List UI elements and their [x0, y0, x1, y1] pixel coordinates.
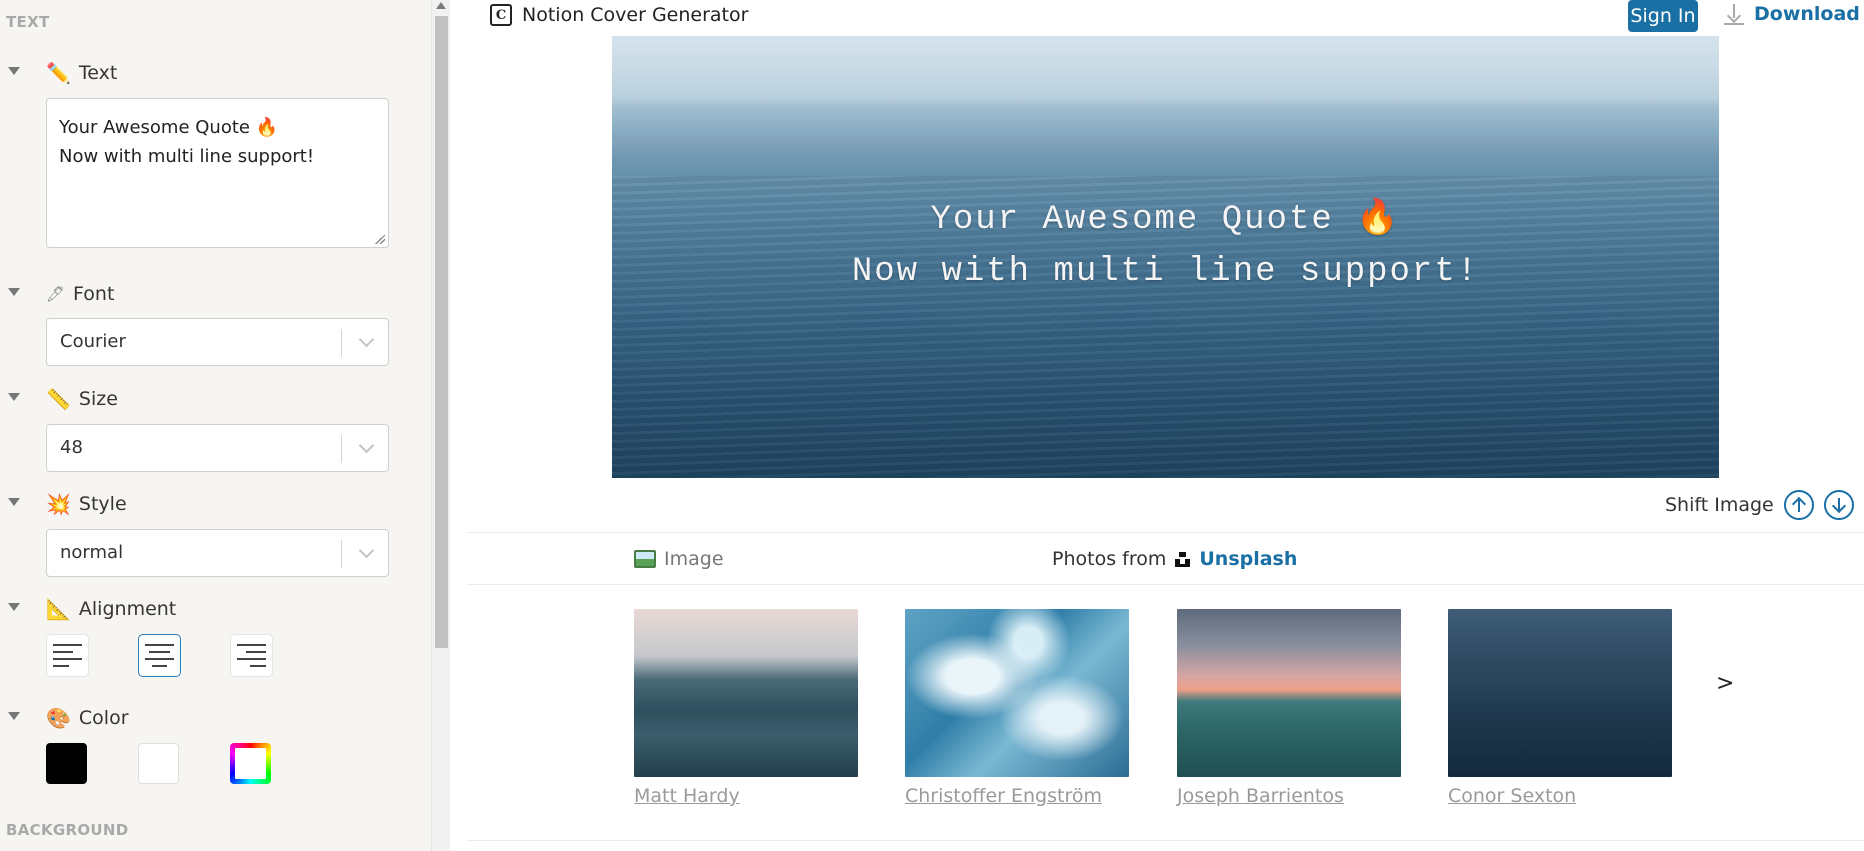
unsplash-link[interactable]: Unsplash [1199, 548, 1297, 570]
font-select[interactable]: Courier [46, 318, 389, 366]
select-separator [341, 329, 342, 357]
ruler-icon: 📏 [46, 387, 71, 411]
mountain-image-icon [634, 550, 656, 568]
resize-grip-icon[interactable] [375, 234, 385, 244]
color-swatch-black[interactable] [46, 743, 87, 784]
app-title: Notion Cover Generator [522, 4, 749, 26]
scrollbar-thumb[interactable] [435, 16, 448, 648]
image-tab-label: Image [664, 548, 724, 570]
chevron-down-icon[interactable] [358, 331, 375, 348]
style-select-value: normal [60, 542, 124, 563]
next-photos-button[interactable]: > [1716, 671, 1734, 696]
photo-thumbnail[interactable] [905, 609, 1129, 777]
top-bar: C Notion Cover Generator Sign In Downloa… [450, 0, 1864, 32]
photos-from-label: Photos from [1052, 548, 1167, 570]
collapse-caret-icon[interactable] [8, 498, 20, 506]
triangle-ruler-icon: 📐 [46, 597, 71, 621]
shift-image-label: Shift Image [1665, 494, 1774, 516]
chevron-down-icon[interactable] [358, 542, 375, 559]
select-separator [341, 435, 342, 463]
main-area: C Notion Cover Generator Sign In Downloa… [450, 0, 1864, 851]
shift-down-button[interactable] [1823, 490, 1854, 520]
sparkle-icon: 💥 [46, 492, 71, 516]
align-center-icon [145, 644, 174, 646]
cover-quote-text: Your Awesome Quote 🔥 Now with multi line… [851, 201, 1480, 291]
unsplash-logo-icon [1175, 551, 1191, 567]
style-group-header[interactable]: 💥 Style [46, 493, 127, 515]
color-picker-inner [235, 748, 266, 779]
photo-credit-link[interactable]: Matt Hardy [634, 785, 740, 807]
photo-thumbnail[interactable] [634, 609, 858, 777]
pen-icon: 🖊 [46, 284, 66, 303]
size-select-value: 48 [60, 437, 83, 458]
align-center-button[interactable] [138, 634, 181, 677]
font-group-label: Font [73, 283, 115, 305]
font-group-header[interactable]: 🖊 Font [46, 283, 114, 305]
divider [467, 584, 1864, 585]
download-button[interactable]: Download [1724, 3, 1860, 25]
color-swatch-white[interactable] [138, 743, 179, 784]
quote-text-input[interactable]: Your Awesome Quote 🔥 Now with multi line… [46, 98, 389, 248]
scroll-up-arrow-icon[interactable] [436, 2, 446, 9]
align-right-button[interactable] [230, 634, 273, 677]
photo-credit-link[interactable]: Christoffer Engström [905, 785, 1102, 807]
chevron-down-icon[interactable] [358, 437, 375, 454]
cover-preview[interactable]: Your Awesome Quote 🔥 Now with multi line… [612, 36, 1719, 478]
palette-icon: 🎨 [46, 706, 71, 730]
photo-thumbnail[interactable] [1177, 609, 1401, 777]
align-left-button[interactable] [46, 634, 89, 677]
divider [467, 840, 1864, 841]
align-left-icon [53, 644, 82, 646]
alignment-group-header[interactable]: 📐 Alignment [46, 598, 176, 620]
cover-horizon [612, 138, 1719, 174]
color-picker-button[interactable] [230, 743, 271, 784]
size-group-header[interactable]: 📏 Size [46, 388, 118, 410]
photos-source: Photos from Unsplash [1052, 548, 1297, 570]
section-heading-text: TEXT [6, 13, 50, 31]
color-group-header[interactable]: 🎨 Color [46, 707, 129, 729]
divider [467, 532, 1864, 533]
font-select-value: Courier [60, 331, 126, 352]
download-label: Download [1754, 3, 1860, 25]
photo-credit-link[interactable]: Joseph Barrientos [1177, 785, 1344, 807]
select-separator [341, 540, 342, 568]
color-group-label: Color [78, 707, 129, 729]
style-select[interactable]: normal [46, 529, 389, 577]
collapse-caret-icon[interactable] [8, 67, 20, 75]
sign-in-button[interactable]: Sign In [1628, 0, 1698, 32]
size-group-label: Size [78, 388, 118, 410]
collapse-caret-icon[interactable] [8, 393, 20, 401]
shift-image-controls: Shift Image [1665, 490, 1854, 520]
align-right-icon [237, 644, 266, 646]
pencil-icon: ✏️ [46, 61, 71, 85]
sidebar-scrollbar[interactable] [431, 0, 450, 851]
notion-logo-icon: C [490, 4, 512, 26]
style-group-label: Style [78, 493, 127, 515]
size-select[interactable]: 48 [46, 424, 389, 472]
collapse-caret-icon[interactable] [8, 603, 20, 611]
text-group-label: Text [78, 62, 118, 84]
collapse-caret-icon[interactable] [8, 288, 20, 296]
section-heading-background: BACKGROUND [6, 821, 129, 839]
download-icon [1724, 3, 1744, 25]
alignment-group-label: Alignment [78, 598, 177, 620]
photo-credit-link[interactable]: Conor Sexton [1448, 785, 1576, 807]
collapse-caret-icon[interactable] [8, 712, 20, 720]
shift-up-button[interactable] [1783, 490, 1814, 520]
image-tab[interactable]: Image [634, 548, 724, 570]
text-group-header[interactable]: ✏️ Text [46, 62, 117, 84]
photo-thumbnail[interactable] [1448, 609, 1672, 777]
sidebar: TEXT ✏️ Text Your Awesome Quote 🔥 Now wi… [0, 0, 431, 851]
